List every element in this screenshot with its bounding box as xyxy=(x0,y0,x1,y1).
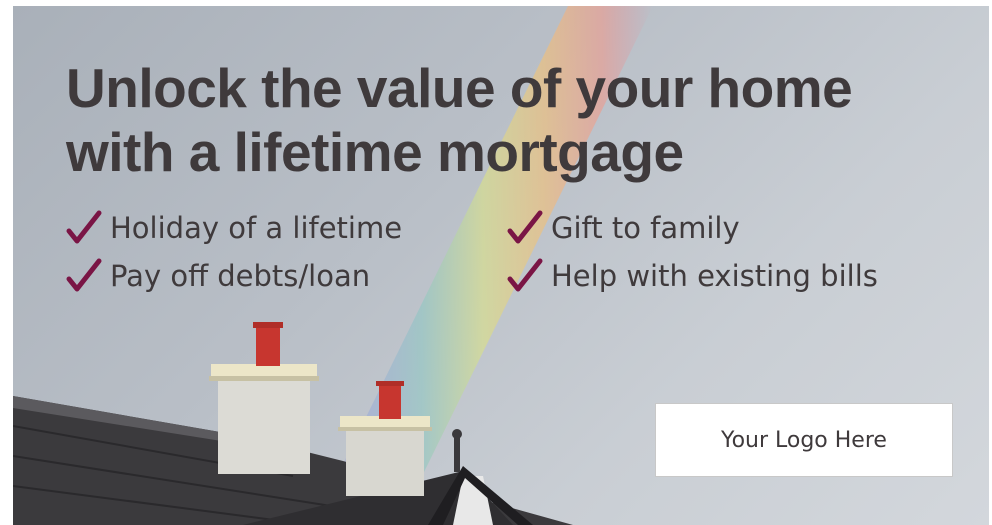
headline-line-2: with a lifetime mortgage xyxy=(66,121,684,183)
headline-line-1: Unlock the value of your home xyxy=(66,57,853,119)
mortgage-banner: Unlock the value of your home with a lif… xyxy=(13,6,989,525)
benefit-label: Gift to family xyxy=(551,211,740,245)
benefit-label: Holiday of a lifetime xyxy=(110,211,403,245)
logo-placeholder[interactable]: Your Logo Here xyxy=(655,403,953,477)
check-mark-icon xyxy=(507,258,543,292)
check-mark-icon xyxy=(66,210,102,244)
benefit-label: Help with existing bills xyxy=(551,259,878,293)
benefit-item: Pay off debts/loan xyxy=(66,258,370,294)
headline: Unlock the value of your home with a lif… xyxy=(66,56,966,184)
benefit-item: Help with existing bills xyxy=(507,258,878,294)
benefit-label: Pay off debts/loan xyxy=(110,259,371,293)
benefit-item: Gift to family xyxy=(507,210,740,246)
logo-label: Your Logo Here xyxy=(721,427,887,453)
benefit-item: Holiday of a lifetime xyxy=(66,210,402,246)
check-mark-icon xyxy=(66,258,102,292)
check-mark-icon xyxy=(507,210,543,244)
